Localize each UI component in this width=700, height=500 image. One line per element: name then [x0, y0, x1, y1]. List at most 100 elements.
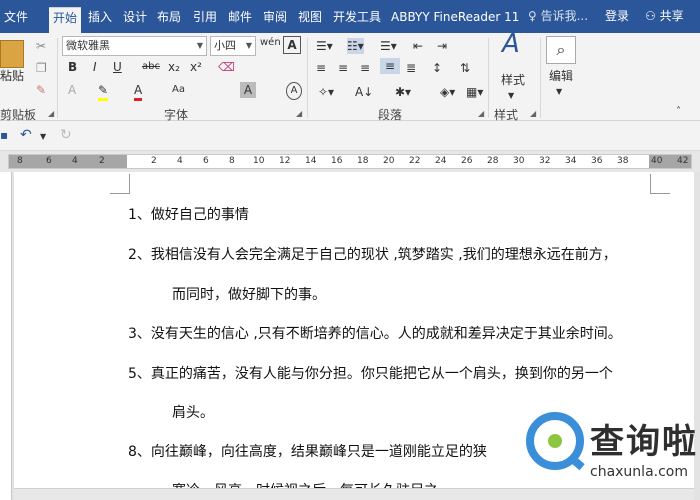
- superscript-button[interactable]: x²: [190, 59, 202, 75]
- increase-indent-icon[interactable]: ⇥: [437, 38, 447, 54]
- share-button[interactable]: ⚇ 共享: [645, 7, 684, 24]
- ruler-number: 12: [279, 156, 291, 166]
- line-spacing-icon[interactable]: ↕: [432, 60, 442, 76]
- vertical-ruler: [0, 172, 12, 500]
- paragraph[interactable]: 1、做好自己的事情: [128, 206, 249, 224]
- paragraph[interactable]: 8、向往巅峰，向往高度，结果巅峰只是一道刚能立足的狭: [128, 443, 487, 461]
- horizontal-ruler: 8 6 4 2 2 4 6 8 10 12 14 16 18 20 22 24 …: [0, 151, 700, 172]
- collapse-ribbon-icon[interactable]: ˄: [676, 104, 681, 120]
- paragraph[interactable]: 而同时，做好脚下的事。: [172, 286, 326, 304]
- undo-icon[interactable]: ↶: [20, 127, 32, 143]
- highlight-icon[interactable]: ✎: [98, 82, 109, 101]
- paste-button[interactable]: 粘贴: [0, 68, 24, 84]
- find-icon[interactable]: ⌕: [546, 36, 576, 64]
- ruler-number: 14: [305, 156, 317, 166]
- ruler-number: 40: [651, 156, 663, 166]
- chevron-down-icon[interactable]: ▼: [40, 129, 46, 145]
- editing-button[interactable]: 编辑: [549, 68, 573, 84]
- sort-icon[interactable]: ⇅: [460, 60, 470, 76]
- show-marks-icon[interactable]: ✱▾: [395, 84, 411, 100]
- align-center-icon[interactable]: ≡: [338, 60, 348, 76]
- decrease-indent-icon[interactable]: ⇤: [413, 38, 423, 54]
- redo-icon[interactable]: ↻: [60, 127, 72, 143]
- paste-icon[interactable]: [0, 40, 24, 68]
- subscript-button[interactable]: x₂: [168, 59, 180, 75]
- clipboard-launcher-icon[interactable]: ◢: [48, 109, 54, 118]
- ruler-number: 2: [151, 156, 157, 166]
- bold-button[interactable]: B: [68, 59, 77, 75]
- ruler-number: 8: [229, 156, 235, 166]
- tab-view[interactable]: 视图: [298, 7, 322, 33]
- shading-icon[interactable]: ◈▾: [440, 84, 455, 100]
- tab-insert[interactable]: 插入: [88, 7, 112, 33]
- font-color-button[interactable]: A: [134, 82, 143, 101]
- font-size-select[interactable]: 小四 ▼: [210, 36, 256, 56]
- tab-layout[interactable]: 布局: [157, 7, 181, 33]
- divider: [540, 38, 541, 118]
- styles-button[interactable]: 样式: [501, 72, 525, 88]
- ribbon-tab-bar: 文件 开始 插入 设计 布局 引用 邮件 审阅 视图 开发工具 ABBYY Fi…: [0, 0, 700, 33]
- ruler-number: 32: [539, 156, 551, 166]
- ruler-number: 42: [677, 156, 689, 166]
- ruler-number: 4: [177, 156, 183, 166]
- tab-developer[interactable]: 开发工具: [333, 7, 381, 33]
- text-effects-button[interactable]: A: [68, 82, 76, 98]
- chevron-down-icon: ▼: [556, 87, 563, 96]
- cut-icon[interactable]: ✂: [36, 38, 46, 54]
- save-icon[interactable]: ▪: [0, 127, 8, 143]
- borders-icon[interactable]: ▦▾: [466, 84, 483, 100]
- person-icon: ⚇: [645, 9, 660, 23]
- styles-launcher-icon[interactable]: ◢: [530, 109, 536, 118]
- character-shading-button[interactable]: A: [240, 82, 256, 98]
- paragraph-launcher-icon[interactable]: ◢: [478, 109, 484, 118]
- chevron-down-icon: ▼: [508, 91, 515, 100]
- tab-design[interactable]: 设计: [123, 7, 147, 33]
- tab-home[interactable]: 开始: [49, 7, 82, 33]
- format-painter-icon[interactable]: ✎: [36, 82, 46, 98]
- ruler-number: 20: [383, 156, 395, 166]
- chevron-down-icon: ▼: [196, 41, 203, 50]
- chinese-layout-icon[interactable]: ✧▾: [318, 84, 334, 100]
- sort-az-icon[interactable]: A↓: [355, 84, 373, 100]
- ruler-number: 38: [617, 156, 629, 166]
- tab-abbyy[interactable]: ABBYY FineReader 11: [391, 7, 519, 33]
- italic-button[interactable]: I: [93, 59, 97, 75]
- magnifier-logo-icon: [526, 412, 585, 471]
- tab-references[interactable]: 引用: [193, 7, 217, 33]
- tab-review[interactable]: 审阅: [263, 7, 287, 33]
- tab-file[interactable]: 文件: [4, 7, 28, 33]
- align-left-icon[interactable]: ≡: [316, 60, 326, 76]
- clear-formatting-icon[interactable]: ⌫: [218, 59, 235, 75]
- underline-button[interactable]: U: [113, 59, 122, 75]
- bullets-icon[interactable]: ☰▾: [316, 38, 333, 54]
- enclose-characters-button[interactable]: A: [286, 82, 302, 100]
- distributed-icon[interactable]: ≣: [406, 60, 416, 76]
- justify-icon[interactable]: ≡: [380, 58, 400, 74]
- ruler-number: 36: [591, 156, 603, 166]
- font-launcher-icon[interactable]: ◢: [296, 109, 302, 118]
- multilevel-list-icon[interactable]: ☰▾: [380, 38, 397, 54]
- change-case-button[interactable]: Aa: [172, 82, 185, 98]
- align-right-icon[interactable]: ≡: [360, 60, 370, 76]
- strikethrough-button[interactable]: abc: [142, 59, 160, 75]
- ruler-number: 6: [46, 156, 52, 166]
- paragraph[interactable]: 2、我相信没有人会完全满足于自己的现状 ,筑梦踏实 ,我们的理想永远在前方，: [128, 246, 617, 264]
- crop-mark: [650, 174, 670, 194]
- ruler-number: 18: [357, 156, 369, 166]
- tell-me-box[interactable]: ♀ 告诉我...: [528, 7, 588, 24]
- paragraph[interactable]: 5、真正的痛苦，没有人能与你分担。你只能把它从一个肩头，换到你的另一个: [128, 365, 613, 383]
- copy-icon[interactable]: ❐: [36, 60, 47, 76]
- paragraph[interactable]: 肩头。: [172, 404, 214, 422]
- character-border-icon[interactable]: A: [283, 36, 301, 54]
- numbering-icon[interactable]: ☷▾: [347, 38, 364, 54]
- phonetic-guide-icon[interactable]: wén: [260, 35, 281, 51]
- tab-mailings[interactable]: 邮件: [228, 7, 252, 33]
- font-name-select[interactable]: 微软雅黑 ▼: [62, 36, 207, 56]
- divider: [488, 38, 489, 118]
- divider: [57, 38, 58, 118]
- paragraph[interactable]: 3、没有天生的信心 ,只有不断培养的信心。人的成就和差异决定于其业余时间。: [128, 325, 622, 343]
- ruler-number: 34: [565, 156, 577, 166]
- styles-icon[interactable]: A: [502, 31, 520, 57]
- watermark-logo: 查询啦 chaxunla.com: [520, 408, 700, 500]
- login-link[interactable]: 登录: [605, 7, 629, 24]
